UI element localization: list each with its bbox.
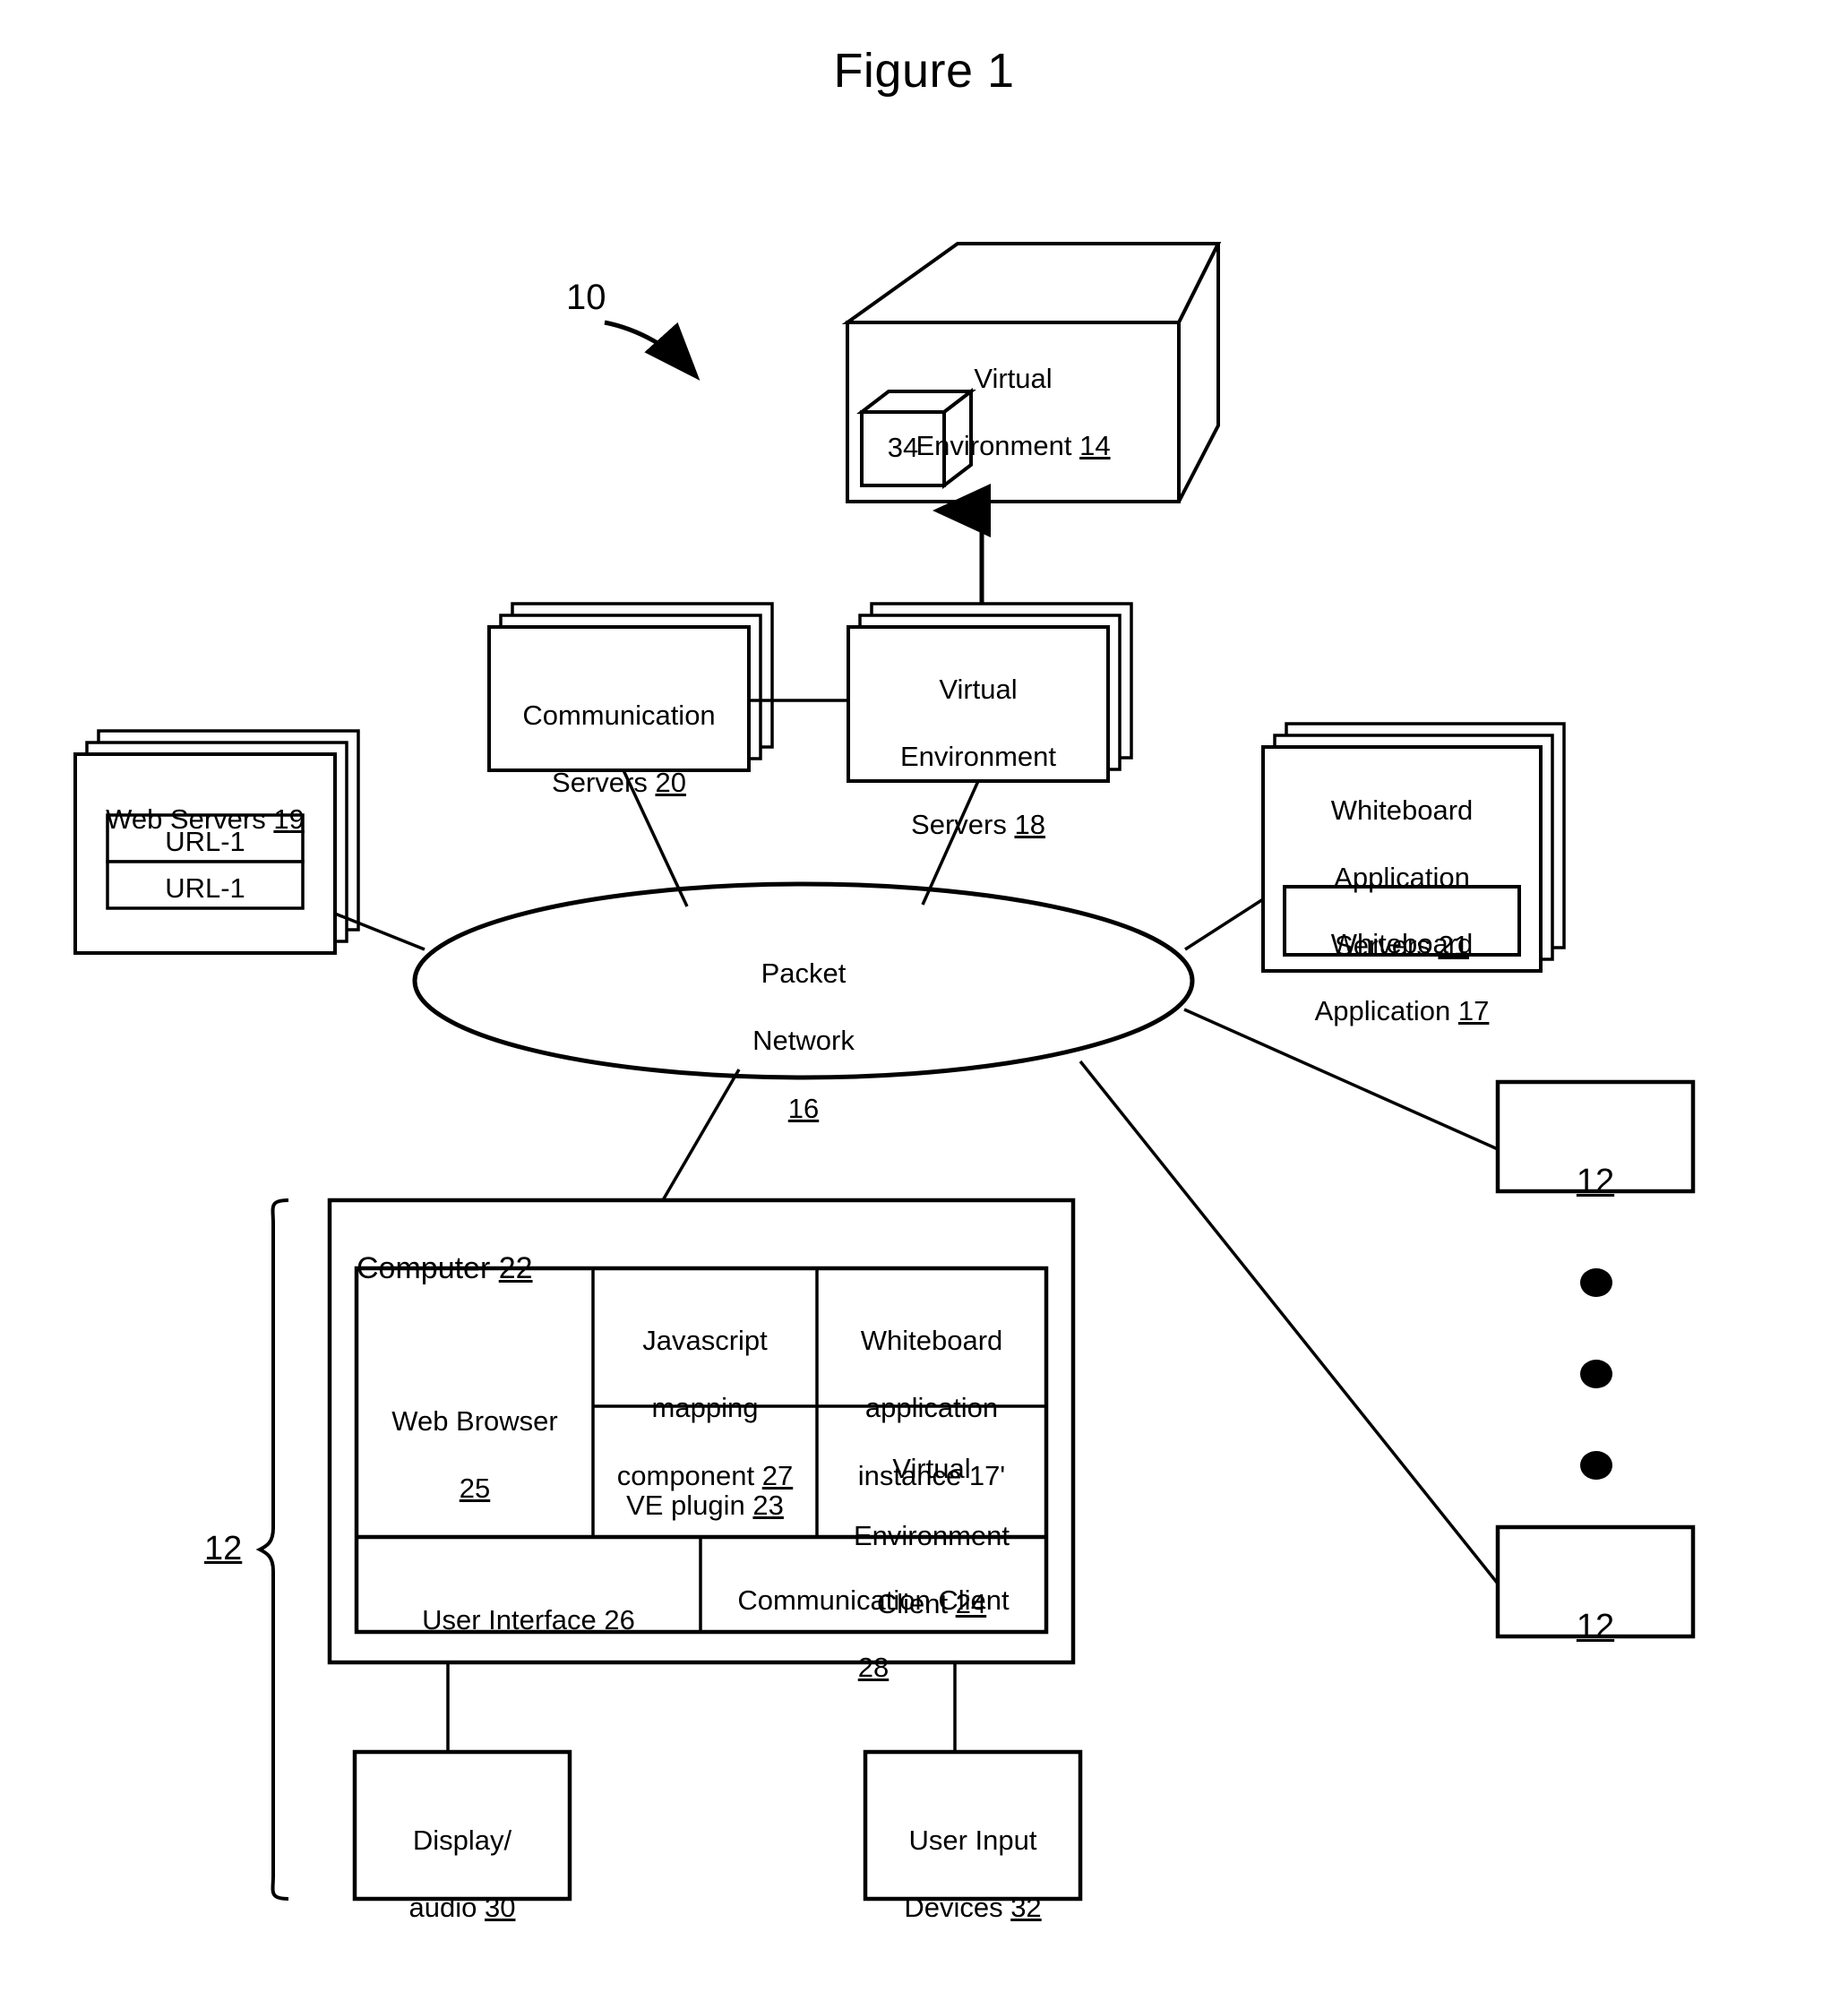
page-title: Figure 1 (833, 44, 1015, 98)
communication-servers-ref: 20 (655, 767, 686, 799)
whiteboard-application-line2: Application (1314, 995, 1458, 1027)
packet-network-line1: Packet (761, 957, 847, 989)
ellipsis-dot-3 (1580, 1451, 1612, 1480)
ve-servers-line3: Servers (911, 809, 1015, 841)
system-reference-10: 10 (566, 278, 606, 317)
link-web-servers-to-network (334, 912, 425, 951)
communication-client-ref: 28 (857, 1652, 890, 1684)
communication-servers-line1: Communication (522, 699, 716, 731)
ve-plugin-ref: 23 (752, 1489, 784, 1521)
javascript-mapping-line2: mapping (651, 1392, 759, 1424)
packet-network-line2: Network (752, 1025, 855, 1057)
ve-servers-ref: 18 (1014, 809, 1045, 841)
web-browser-ref-row: 25 (357, 1472, 593, 1506)
client-system-brace (255, 1198, 289, 1901)
client-endpoint-bottom-label: 12 (1498, 1565, 1693, 1648)
virtual-object-cube-label: 34 (887, 432, 919, 463)
web-browser-line1: Web Browser (391, 1404, 558, 1437)
ve-plugin-line1: VE plugin (626, 1489, 753, 1521)
ellipsis-dot-1 (1580, 1268, 1612, 1297)
ellipsis-dot-2 (1580, 1360, 1612, 1388)
whiteboard-servers-line1: Whiteboard (1330, 794, 1474, 826)
packet-network-ref: 16 (787, 1093, 820, 1125)
web-browser-cell-label: Web Browser 25 (357, 1370, 593, 1540)
virtual-environment-line1: Virtual (974, 362, 1053, 394)
web-browser-ref: 25 (459, 1473, 491, 1505)
user-interface-cell-label: User Interface 26 (357, 1569, 701, 1637)
ve-servers-line3-row: Servers 18 (848, 808, 1108, 842)
client-endpoint-bottom-ref: 12 (1576, 1608, 1615, 1646)
communication-servers-label: Communication Servers 20 (489, 665, 749, 834)
communication-servers-line2: Servers (552, 767, 656, 799)
ve-servers-line2: Environment (899, 741, 1057, 773)
computer-ref: 22 (498, 1251, 533, 1286)
client-endpoint-top-label: 12 (1498, 1120, 1693, 1203)
communication-client-ref-row: 28 (701, 1651, 1046, 1685)
virtual-environment-top-face (841, 242, 1222, 324)
client-endpoint-top-ref: 12 (1576, 1163, 1615, 1201)
patent-figure-page: Figure 1 10 Virtual Environment 14 34 Co… (0, 0, 1848, 1992)
display-audio-label: Display/ audio 30 (355, 1790, 570, 1959)
whiteboard-application-label: Whiteboard Application 17 (1285, 893, 1519, 1062)
packet-network-label: Packet Network 16 (624, 923, 983, 1160)
client-system-ref-12: 12 (204, 1530, 243, 1567)
virtual-environment-ref: 14 (1079, 430, 1111, 462)
virtual-environment-label: Virtual Environment 14 (847, 328, 1179, 497)
url-row-0: URL-1 (165, 826, 245, 857)
display-audio-line2: audio (408, 1892, 485, 1924)
display-audio-line2-row: audio 30 (355, 1891, 570, 1925)
user-input-devices-line1: User Input (908, 1824, 1037, 1856)
user-input-devices-label: User Input Devices 32 (865, 1790, 1080, 1959)
ve-servers-line1: Virtual (939, 673, 1018, 705)
computer-title-row: Computer 22 (357, 1214, 715, 1288)
communication-servers-line2-row: Servers 20 (489, 766, 749, 800)
virtual-environment-right-face (1177, 243, 1220, 502)
callout-arrow-10 (604, 320, 701, 381)
user-input-devices-line2-row: Devices 32 (865, 1891, 1080, 1925)
user-interface-line1: User Interface (422, 1603, 605, 1636)
ve-client-line2: Environment (853, 1520, 1010, 1552)
packet-network-ref-row: 16 (624, 1092, 983, 1126)
javascript-mapping-line1: Javascript (642, 1324, 768, 1356)
display-audio-ref: 30 (484, 1892, 516, 1924)
ve-plugin-cell-label: VE plugin 23 (593, 1455, 817, 1556)
display-audio-line1: Display/ (412, 1824, 512, 1856)
communication-client-cell-label: Communication Client 28 (701, 1550, 1046, 1719)
whiteboard-application-line2-row: Application 17 (1285, 994, 1519, 1028)
ve-plugin-line1-row: VE plugin 23 (593, 1489, 817, 1523)
ve-client-line1: Virtual (892, 1452, 971, 1484)
whiteboard-application-ref: 17 (1457, 995, 1490, 1027)
link-network-to-client-bottom (1079, 1060, 1500, 1585)
url-row-1: URL-1 (165, 872, 245, 904)
whiteboard-servers-line2: Application (1334, 862, 1470, 894)
link-whiteboard-servers-to-network (1184, 897, 1264, 951)
user-interface-ref: 26 (604, 1603, 635, 1636)
user-input-devices-ref: 32 (1010, 1892, 1042, 1924)
computer-title: Computer (357, 1251, 499, 1286)
whiteboard-application-line1: Whiteboard (1330, 927, 1474, 959)
whiteboard-instance-line1: Whiteboard (860, 1324, 1003, 1356)
communication-client-line1: Communication Client (737, 1584, 1010, 1616)
user-input-devices-line2: Devices (904, 1892, 1011, 1924)
ve-servers-label: Virtual Environment Servers 18 (848, 639, 1108, 876)
